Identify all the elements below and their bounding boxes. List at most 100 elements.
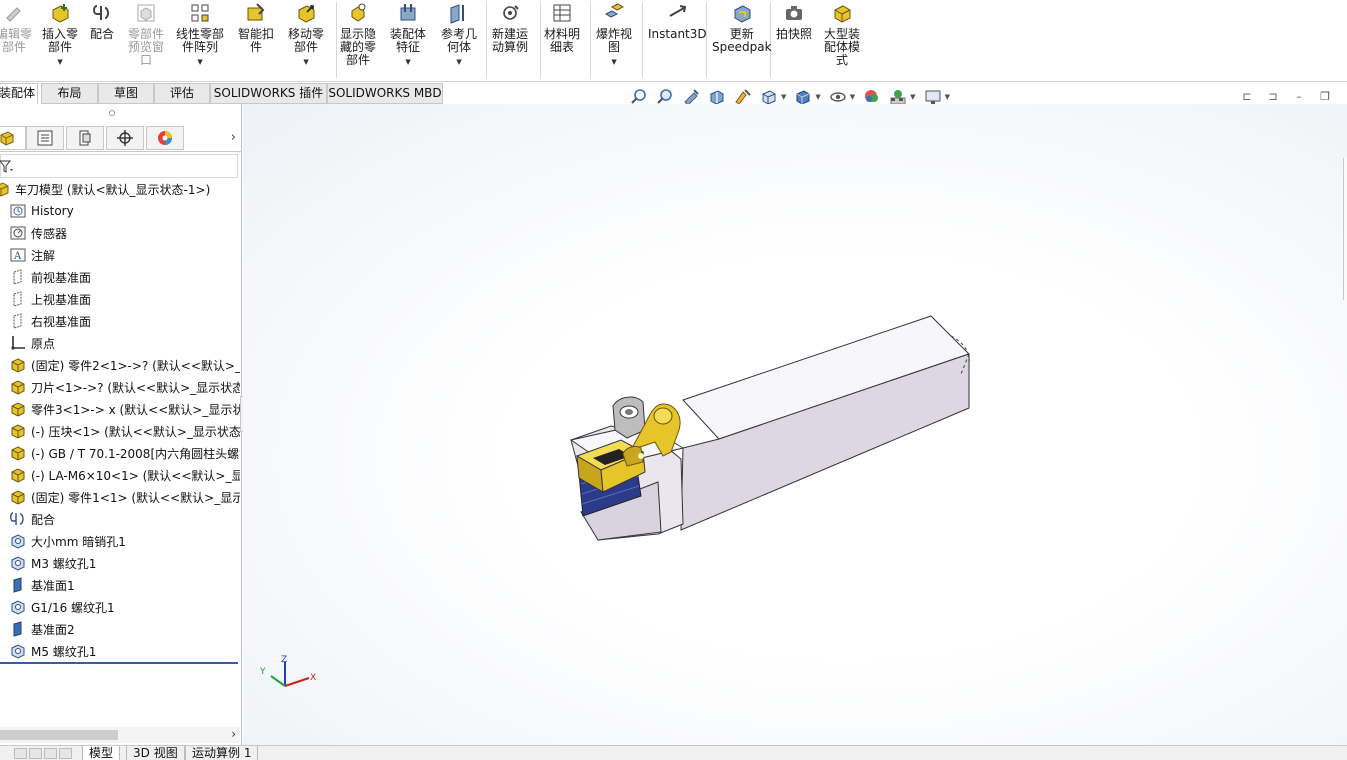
tree-item[interactable]: M3 螺纹孔1 — [0, 552, 240, 574]
tab-motion-study-1[interactable]: 运动算例 1 — [185, 746, 259, 760]
view-settings-dropdown-icon[interactable]: ▼ — [945, 93, 950, 101]
maximize-icon[interactable]: ❐ — [1316, 88, 1334, 104]
large-assembly-mode-button[interactable]: 大型装 配体模 式 — [824, 2, 860, 67]
display-manager-tab[interactable] — [146, 126, 184, 150]
tree-item[interactable]: 原点 — [0, 332, 240, 354]
plane-feature-icon — [8, 576, 28, 594]
tree-item[interactable]: A 注解 — [0, 244, 240, 266]
chevron-down-icon[interactable]: ▼ — [405, 56, 410, 69]
hide-show-dropdown-icon[interactable]: ▼ — [850, 93, 855, 101]
tab-layout[interactable]: 布局 — [41, 83, 98, 104]
tree-item[interactable]: (-) 压块<1> (默认<<默认>_显示状态 — [0, 420, 240, 442]
tree-item[interactable]: (-) LA-M6×10<1> (默认<<默认>_显 — [0, 464, 240, 486]
tree-item[interactable]: 前视基准面 — [0, 266, 240, 288]
panel-grip[interactable] — [109, 110, 115, 116]
tree-item-label: 大小mm 暗销孔1 — [31, 534, 126, 549]
chevron-down-icon[interactable]: ▼ — [303, 56, 308, 69]
tree-item[interactable]: 基准面1 — [0, 574, 240, 596]
smart-fasteners-button[interactable]: 智能扣 件 — [238, 2, 274, 54]
configuration-manager-tab[interactable] — [66, 126, 104, 150]
tree-item-label: 刀片<1>->? (默认<<默认>_显示状态 — [31, 380, 240, 395]
assembly-features-button[interactable]: 装配体 特征 ▼ — [390, 2, 426, 69]
new-motion-study-button[interactable]: 新建运 动算例 — [492, 2, 528, 54]
edit-component-button[interactable]: 编辑零 部件 — [0, 2, 32, 54]
next-tab-nav[interactable] — [44, 748, 57, 759]
component-preview-button[interactable]: 零部件 预览窗 口 — [128, 2, 164, 67]
filter-icon — [0, 160, 13, 173]
chevron-down-icon[interactable]: ▼ — [611, 56, 616, 69]
tab-sketch[interactable]: 草图 — [98, 83, 154, 104]
chevron-right-icon[interactable]: › — [231, 130, 236, 145]
tree-item[interactable]: 刀片<1>->? (默认<<默认>_显示状态 — [0, 376, 240, 398]
feature-tree: 车刀模型 (默认<默认_显示状态-1>) History 传感器 A 注解 前视基准面上… — [0, 178, 240, 662]
apply-scene-dropdown-icon[interactable]: ▼ — [910, 93, 915, 101]
annotation-icon: A — [8, 246, 28, 264]
tree-item[interactable]: (固定) 零件2<1>->? (默认<<默认>_显 — [0, 354, 240, 376]
task-pane-tabs[interactable] — [1343, 158, 1347, 300]
insert-component-icon — [49, 2, 71, 28]
property-manager-tab[interactable] — [26, 126, 64, 150]
tree-item[interactable]: 零件3<1>-> x (默认<<默认>_显示状 — [0, 398, 240, 420]
tree-item[interactable]: 大小mm 暗销孔1 — [0, 530, 240, 552]
hole-icon — [8, 532, 28, 550]
tree-item[interactable]: History — [0, 200, 240, 222]
restore-left-icon[interactable]: ⊏ — [1238, 88, 1256, 104]
tree-item[interactable]: 基准面2 — [0, 618, 240, 640]
edit-component-label: 编辑零 部件 — [0, 27, 33, 54]
tab-model[interactable]: 模型 — [82, 746, 121, 760]
update-speedpak-button[interactable]: 更新 Speedpak — [712, 2, 772, 54]
turning-tool-model[interactable] — [243, 104, 1347, 745]
tree-item[interactable]: 上视基准面 — [0, 288, 240, 310]
tree-item[interactable]: 配合 — [0, 508, 240, 530]
reference-geometry-button[interactable]: 参考几 何体 ▼ — [441, 2, 477, 69]
linear-pattern-button[interactable]: 线性零部 件阵列 ▼ — [176, 2, 224, 69]
show-hidden-label: 显示隐 藏的零 部件 — [340, 27, 377, 67]
tree-filter[interactable] — [0, 154, 238, 178]
tree-item[interactable]: M5 螺纹孔1 — [0, 640, 240, 662]
show-hidden-button[interactable]: 显示隐 藏的零 部件 — [340, 2, 376, 67]
tree-item[interactable]: (-) GB / T 70.1-2008[内六角圆柱头螺钉 — [0, 442, 240, 464]
move-component-button[interactable]: 移动零 部件 ▼ — [288, 2, 324, 69]
graphics-area[interactable]: X Z Y — [243, 104, 1347, 745]
first-tab-nav[interactable] — [14, 748, 27, 759]
prev-tab-nav[interactable] — [29, 748, 42, 759]
minimize-icon[interactable]: – — [1290, 88, 1308, 104]
assembly-icon — [0, 180, 12, 198]
mate-button[interactable]: 配合 — [90, 2, 114, 41]
feature-manager-tab[interactable] — [0, 126, 26, 150]
ribbon-separator — [486, 2, 487, 78]
tree-item[interactable]: 右视基准面 — [0, 310, 240, 332]
origin-icon — [8, 334, 28, 352]
exploded-view-button[interactable]: 爆炸视 图 ▼ — [596, 2, 632, 69]
tab-assembly[interactable]: 装配体 — [0, 83, 38, 104]
tab-solidworks-mbd[interactable]: SOLIDWORKS MBD — [327, 83, 443, 104]
tree-item[interactable]: 传感器 — [0, 222, 240, 244]
tree-item[interactable]: G1/16 螺纹孔1 — [0, 596, 240, 618]
chevron-down-icon[interactable]: ▼ — [57, 56, 62, 69]
display-style-dropdown-icon[interactable]: ▼ — [815, 93, 820, 101]
scroll-right-icon[interactable]: › — [231, 727, 236, 741]
instant3d-button[interactable]: Instant3D — [648, 2, 707, 41]
configuration-icon — [79, 130, 91, 146]
tab-solidworks-addins[interactable]: SOLIDWORKS 插件 — [210, 83, 327, 104]
last-tab-nav[interactable] — [59, 748, 72, 759]
insert-component-button[interactable]: 插入零 部件 ▼ — [42, 2, 78, 69]
restore-right-icon[interactable]: ⊐ — [1264, 88, 1282, 104]
plane-icon — [8, 268, 28, 286]
tree-bottom-marker[interactable] — [0, 662, 238, 664]
tree-item[interactable]: (固定) 零件1<1> (默认<<默认>_显示 — [0, 486, 240, 508]
triad-x-label: X — [310, 673, 316, 683]
tab-evaluate[interactable]: 评估 — [154, 83, 210, 104]
dimxpert-tab[interactable] — [106, 126, 144, 150]
view-orientation-dropdown-icon[interactable]: ▼ — [781, 93, 786, 101]
chevron-down-icon[interactable]: ▼ — [456, 56, 461, 69]
take-snapshot-button[interactable]: 拍快照 — [776, 2, 812, 41]
horizontal-scrollbar[interactable]: › — [0, 727, 240, 743]
scrollbar-thumb[interactable] — [0, 730, 118, 740]
tree-item-label: 基准面1 — [31, 578, 75, 593]
tree-root[interactable]: 车刀模型 (默认<默认_显示状态-1>) — [0, 178, 240, 200]
tab-3d-views[interactable]: 3D 视图 — [126, 746, 185, 760]
bill-of-materials-button[interactable]: 材料明 细表 — [544, 2, 580, 54]
tree-item-label: (-) GB / T 70.1-2008[内六角圆柱头螺钉 — [31, 446, 240, 461]
chevron-down-icon[interactable]: ▼ — [197, 56, 202, 69]
